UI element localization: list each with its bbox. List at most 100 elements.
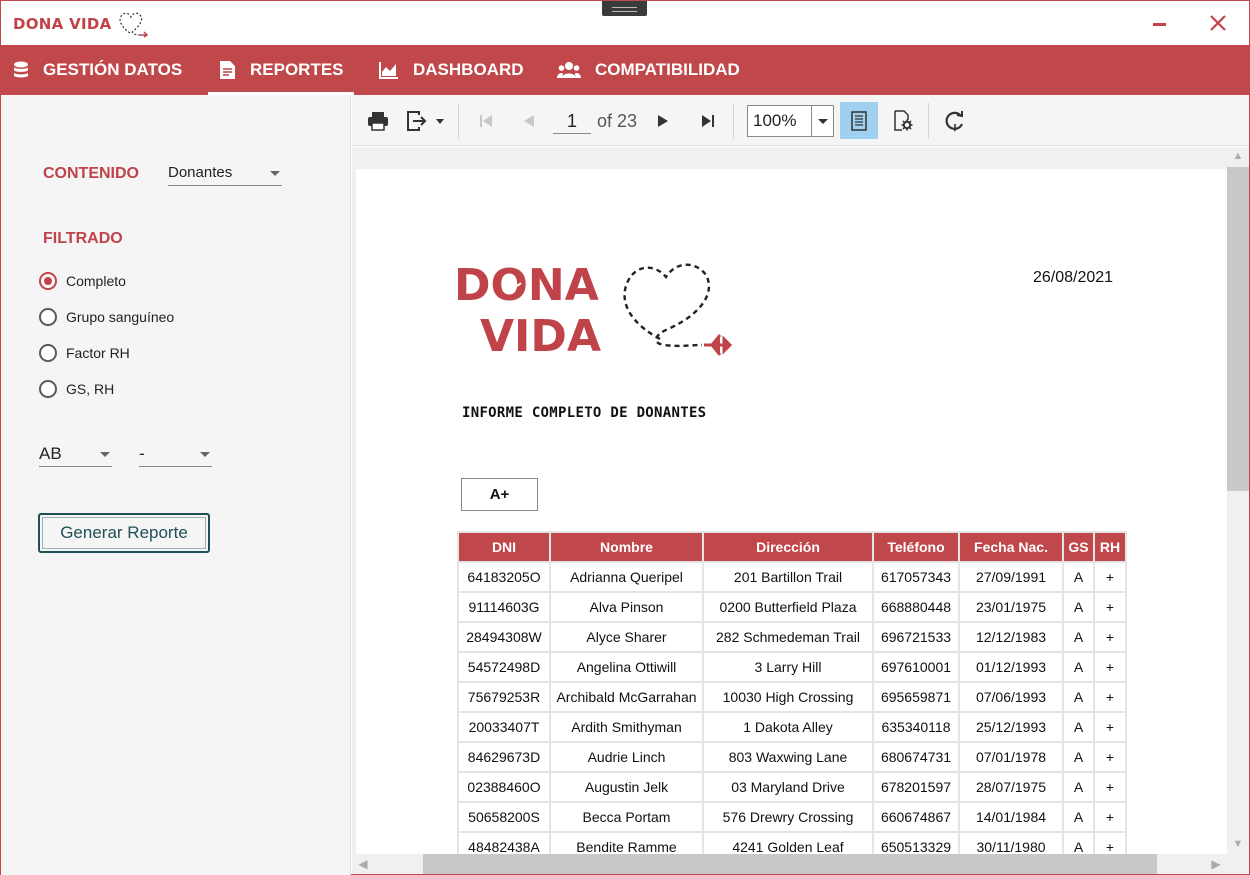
radio-checked[interactable] bbox=[39, 272, 57, 290]
minimize-button[interactable] bbox=[1145, 9, 1175, 37]
vertical-scrollbar[interactable]: ▲ ▼ bbox=[1227, 147, 1249, 854]
table-cell: + bbox=[1093, 711, 1127, 743]
table-cell: 0200 Butterfield Plaza bbox=[702, 591, 874, 623]
table-cell: 678201597 bbox=[872, 771, 960, 803]
table-cell: A bbox=[1062, 771, 1095, 803]
table-cell: + bbox=[1093, 741, 1127, 773]
zoom-select[interactable]: 100% bbox=[747, 105, 834, 137]
tab-gestion-datos[interactable]: GESTIÓN DATOS bbox=[13, 45, 182, 95]
heart-plane-icon bbox=[119, 12, 148, 38]
table-cell: Alyce Sharer bbox=[549, 621, 704, 653]
zoom-value: 100% bbox=[753, 111, 797, 130]
table-cell: 660674867 bbox=[872, 801, 960, 833]
table-cell: A bbox=[1062, 831, 1095, 854]
rh-select[interactable]: - bbox=[139, 443, 212, 467]
table-cell: 576 Drewry Crossing bbox=[702, 801, 874, 833]
horizontal-scrollbar[interactable]: ◀ ▶ bbox=[352, 854, 1227, 874]
window-drag-handle[interactable] bbox=[602, 1, 647, 16]
title-bar: DONA VIDA bbox=[1, 1, 1249, 45]
last-page-button[interactable] bbox=[694, 105, 722, 137]
table-row: 64183205O Adrianna Queripel 201 Bartillon … bbox=[457, 561, 1127, 593]
radio-unchecked[interactable] bbox=[39, 308, 57, 326]
tab-dashboard[interactable]: DASHBOARD bbox=[379, 45, 524, 95]
generate-report-button[interactable]: Generar Reporte bbox=[38, 513, 210, 553]
table-cell: + bbox=[1093, 771, 1127, 803]
page-layout-button[interactable] bbox=[840, 102, 878, 139]
toolbar-separator bbox=[928, 103, 929, 139]
table-cell: + bbox=[1093, 831, 1127, 854]
table-cell: 650513329 bbox=[872, 831, 960, 854]
table-cell: Bendite Ramme bbox=[549, 831, 704, 854]
table-cell: 635340118 bbox=[872, 711, 960, 743]
table-cell: A bbox=[1062, 681, 1095, 713]
table-cell: + bbox=[1093, 651, 1127, 683]
table-cell: 30/11/1980 bbox=[958, 831, 1064, 854]
area-chart-icon bbox=[379, 61, 399, 79]
app-window: DONA VIDA GESTIÓN DATOS REPORTES DASHBOA… bbox=[0, 0, 1250, 875]
vertical-scroll-thumb[interactable] bbox=[1227, 167, 1249, 491]
filter-option-factor-rh[interactable]: Factor RH bbox=[39, 344, 130, 362]
scroll-down-icon[interactable]: ▼ bbox=[1227, 835, 1249, 853]
table-cell: A bbox=[1062, 591, 1095, 623]
table-cell: 84629673D bbox=[457, 741, 551, 773]
print-button[interactable] bbox=[364, 105, 392, 137]
scroll-up-icon[interactable]: ▲ bbox=[1227, 147, 1249, 165]
table-cell: 12/12/1983 bbox=[958, 621, 1064, 653]
report-page: DONA VIDA 26/08/2021 INFORME COMPLETO DE… bbox=[356, 169, 1227, 854]
first-page-icon bbox=[480, 115, 492, 127]
refresh-button[interactable] bbox=[940, 105, 970, 137]
page-number-input[interactable]: 1 bbox=[553, 108, 591, 134]
chevron-down-icon bbox=[200, 452, 210, 457]
tab-label: GESTIÓN DATOS bbox=[43, 60, 183, 79]
table-cell: 07/01/1978 bbox=[958, 741, 1064, 773]
scroll-right-icon[interactable]: ▶ bbox=[1207, 854, 1225, 874]
table-header-row: DNI Nombre Dirección Teléfono Fecha Nac.… bbox=[457, 531, 1127, 563]
report-date: 26/08/2021 bbox=[1033, 269, 1114, 286]
close-button[interactable] bbox=[1203, 9, 1233, 37]
column-header: Teléfono bbox=[872, 531, 960, 563]
table-cell: 695659871 bbox=[872, 681, 960, 713]
table-cell: 02388460O bbox=[457, 771, 551, 803]
column-header: DNI bbox=[457, 531, 551, 563]
tab-compatibilidad[interactable]: COMPATIBILIDAD bbox=[557, 45, 740, 95]
donors-table: DNI Nombre Dirección Teléfono Fecha Nac.… bbox=[457, 531, 1127, 854]
previous-page-button[interactable] bbox=[514, 105, 542, 137]
table-cell: Augustin Jelk bbox=[549, 771, 704, 803]
table-cell: 64183205O bbox=[457, 561, 551, 593]
refresh-icon bbox=[945, 111, 964, 132]
radio-unchecked[interactable] bbox=[39, 344, 57, 362]
blood-group-heading: A+ bbox=[461, 478, 538, 511]
filter-option-grupo-sanguineo[interactable]: Grupo sanguíneo bbox=[39, 308, 174, 326]
table-cell: A bbox=[1062, 711, 1095, 743]
horizontal-scroll-thumb[interactable] bbox=[423, 854, 1157, 874]
table-cell: + bbox=[1093, 681, 1127, 713]
table-cell: A bbox=[1062, 801, 1095, 833]
page-setup-button[interactable] bbox=[888, 105, 918, 137]
chevron-down-icon bbox=[811, 106, 833, 136]
toolbar-separator bbox=[458, 103, 459, 139]
table-cell: 3 Larry Hill bbox=[702, 651, 874, 683]
document-view-icon bbox=[851, 110, 867, 131]
column-header: GS bbox=[1062, 531, 1095, 563]
tab-reportes[interactable]: REPORTES bbox=[208, 45, 354, 95]
table-cell: + bbox=[1093, 591, 1127, 623]
radio-unchecked[interactable] bbox=[39, 380, 57, 398]
blood-group-select[interactable]: AB bbox=[39, 443, 112, 467]
first-page-button[interactable] bbox=[472, 105, 500, 137]
table-cell: A bbox=[1062, 741, 1095, 773]
app-title: DONA VIDA bbox=[13, 15, 112, 33]
export-button[interactable] bbox=[402, 105, 448, 137]
next-page-button[interactable] bbox=[649, 105, 677, 137]
report-viewer[interactable]: DONA VIDA 26/08/2021 INFORME COMPLETO DE… bbox=[352, 147, 1227, 854]
table-row: 75679253R Archibald McGarrahan 10030 High … bbox=[457, 681, 1127, 713]
contenido-select[interactable]: Donantes bbox=[168, 162, 282, 186]
contenido-label: CONTENIDO bbox=[43, 165, 139, 182]
table-cell: 91114603G bbox=[457, 591, 551, 623]
previous-icon bbox=[524, 115, 534, 127]
table-row: 91114603G Alva Pinson 0200 Butterfield Pla… bbox=[457, 591, 1127, 623]
filter-option-completo[interactable]: Completo bbox=[39, 272, 126, 290]
tab-label: DASHBOARD bbox=[413, 60, 524, 79]
filter-option-gs-rh[interactable]: GS, RH bbox=[39, 380, 114, 398]
scroll-left-icon[interactable]: ◀ bbox=[354, 854, 372, 874]
table-cell: Adrianna Queripel bbox=[549, 561, 704, 593]
